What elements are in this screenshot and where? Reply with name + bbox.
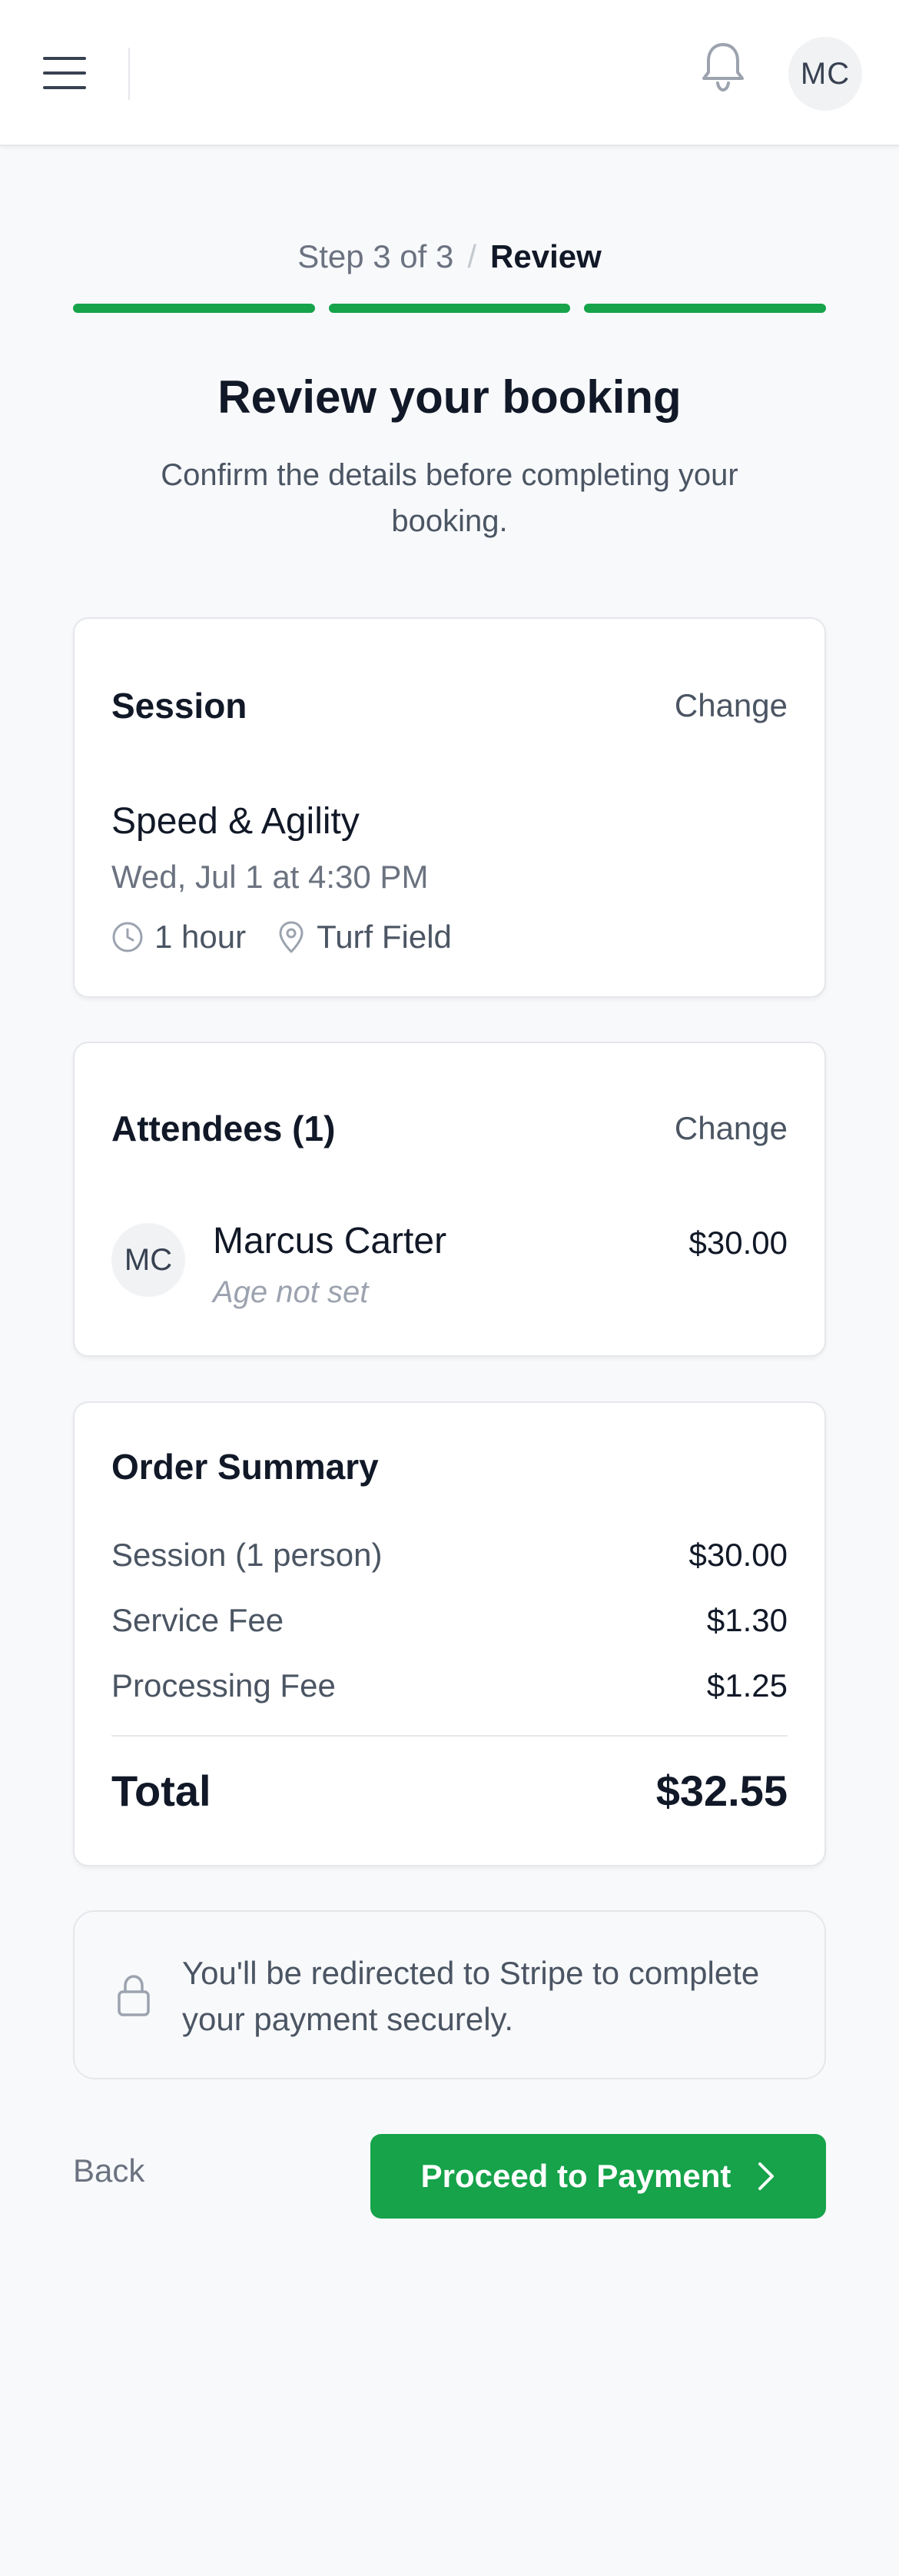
session-datetime: Wed, Jul 1 at 4:30 PM	[111, 859, 429, 895]
total-label: Total	[111, 1766, 211, 1815]
summary-line-value: $1.25	[706, 1667, 788, 1703]
order-summary-card: Order Summary Session (1 person) $30.00 …	[73, 1401, 826, 1866]
session-location: Turf Field	[317, 919, 452, 955]
page-title: Review your booking	[217, 371, 682, 423]
summary-line-value: $30.00	[688, 1537, 788, 1573]
summary-line: Processing Fee $1.25	[111, 1664, 788, 1707]
total-value: $32.55	[655, 1766, 788, 1815]
notice-text: You'll be redirected to Stripe to comple…	[182, 1955, 760, 2037]
attendee-price: $30.00	[688, 1225, 788, 1261]
step-separator: /	[467, 238, 477, 274]
attendees-card: Attendees (1) Change MC Marcus Carter Ag…	[73, 1042, 826, 1357]
change-attendees-link[interactable]: Change	[675, 1110, 788, 1147]
header-divider	[128, 48, 130, 100]
session-name: Speed & Agility	[111, 801, 360, 842]
hamburger-menu-icon[interactable]	[43, 57, 86, 89]
order-summary-title: Order Summary	[111, 1447, 379, 1487]
summary-divider	[111, 1735, 788, 1737]
lock-icon	[118, 1975, 150, 2016]
step-count: Step 3 of 3	[297, 238, 454, 274]
step-progress-bar	[73, 304, 827, 313]
page-subtitle: Confirm the details before completing yo…	[161, 458, 738, 538]
progress-segment-3	[584, 304, 827, 313]
bell-icon[interactable]	[699, 40, 747, 94]
change-session-link[interactable]: Change	[675, 687, 788, 724]
summary-line-label: Processing Fee	[111, 1667, 336, 1703]
proceed-to-payment-button[interactable]: Proceed to Payment	[370, 2134, 826, 2219]
summary-line: Session (1 person) $30.00	[111, 1534, 788, 1577]
chevron-right-icon	[758, 2162, 775, 2190]
proceed-button-label: Proceed to Payment	[420, 2158, 731, 2194]
top-header: MC	[0, 0, 899, 146]
step-current-name: Review	[490, 238, 602, 274]
user-avatar[interactable]: MC	[788, 37, 862, 111]
map-pin-icon	[279, 921, 304, 953]
attendee-age: Age not set	[213, 1275, 369, 1309]
clock-icon	[112, 922, 143, 952]
session-card-title: Session	[111, 686, 247, 726]
total-row: Total $32.55	[111, 1761, 788, 1820]
summary-line-value: $1.30	[706, 1602, 788, 1638]
attendee-name: Marcus Carter	[213, 1221, 447, 1261]
progress-segment-2	[328, 304, 571, 313]
step-indicator: Step 3 of 3 / Review	[0, 238, 899, 275]
summary-line: Service Fee $1.30	[111, 1599, 788, 1642]
session-card: Session Change Speed & Agility Wed, Jul …	[73, 617, 826, 998]
attendees-card-title: Attendees (1)	[111, 1109, 336, 1148]
session-meta: 1 hour Turf Field	[111, 916, 452, 959]
attendee-avatar: MC	[111, 1223, 185, 1297]
summary-line-label: Session (1 person)	[111, 1537, 383, 1573]
stripe-redirect-notice: You'll be redirected to Stripe to comple…	[73, 1910, 826, 2079]
back-button[interactable]: Back	[73, 2152, 144, 2189]
progress-segment-1	[73, 304, 315, 313]
session-duration: 1 hour	[154, 919, 247, 955]
summary-line-label: Service Fee	[111, 1602, 284, 1638]
